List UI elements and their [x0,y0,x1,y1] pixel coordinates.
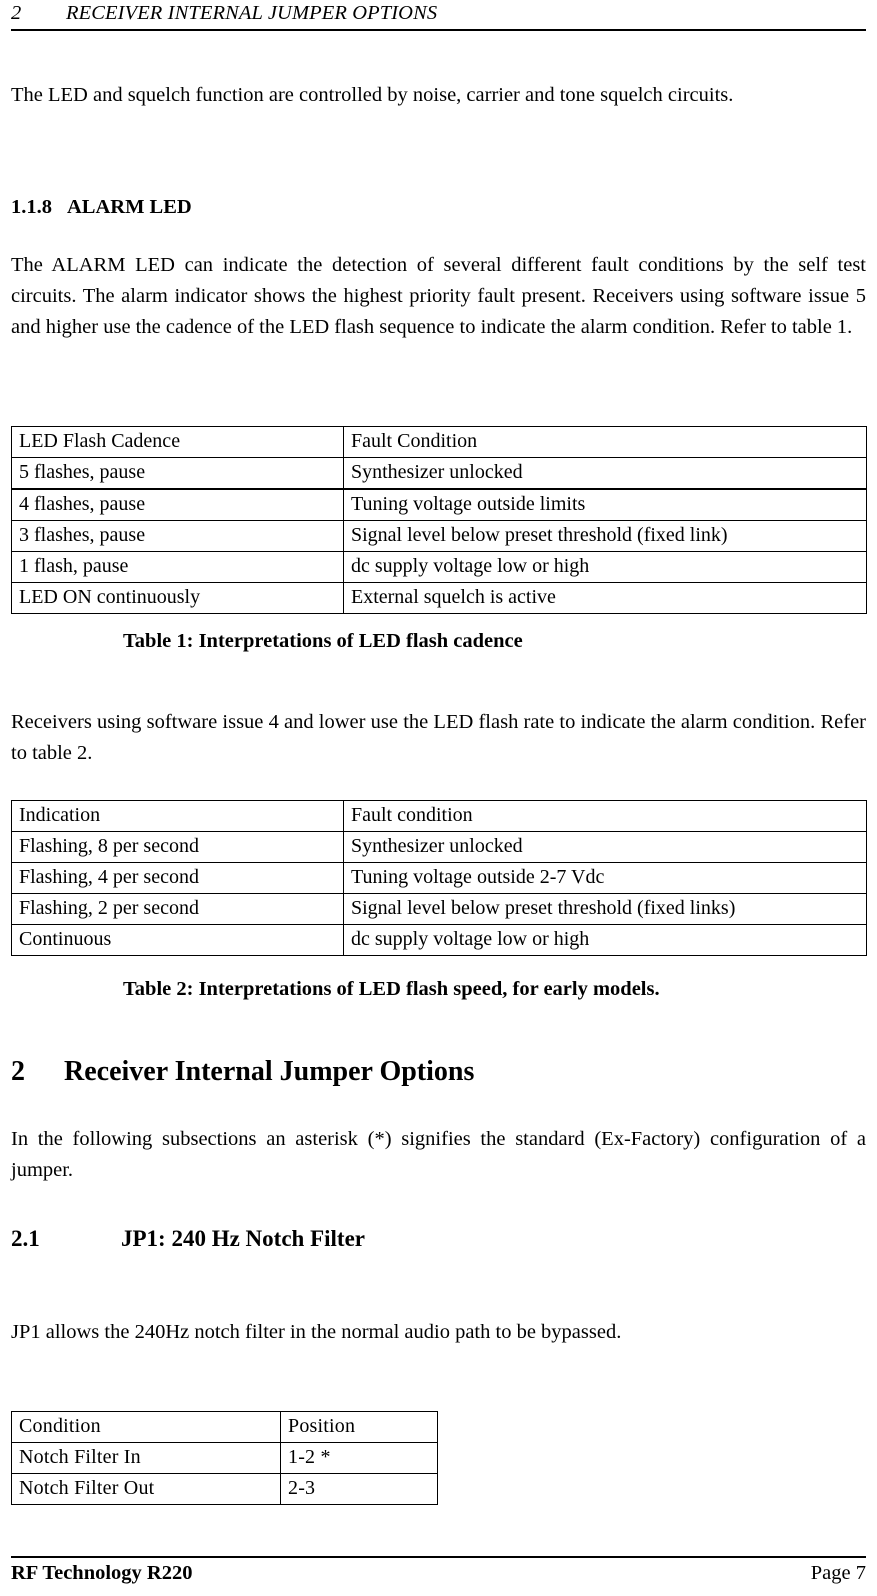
table-cell: Notch Filter In [11,1442,281,1474]
table-cell: Flashing, 4 per second [11,862,344,894]
table-header-cell: Position [280,1411,438,1443]
table-1-caption: Table 1: Interpretations of LED flash ca… [123,630,523,652]
table-cell: External squelch is active [343,582,867,614]
footer-page-number: Page 7 [810,1562,866,1584]
table-cell: 3 flashes, pause [11,520,344,552]
page-footer: RF Technology R220 Page 7 [11,1562,866,1585]
table-cell: dc supply voltage low or high [343,924,867,956]
table-cell: Synthesizer unlocked [343,457,867,490]
section-2-paragraph: In the following subsections an asterisk… [11,1128,866,1181]
table-row: LED ON continuously External squelch is … [11,582,867,614]
table-row: Flashing, 4 per second Tuning voltage ou… [11,862,867,894]
running-head-rule [11,29,866,31]
heading-alarm-led-title: ALARM LED [67,196,192,218]
running-head-title: RECEIVER INTERNAL JUMPER OPTIONS [66,2,438,24]
table-jp1-notch-filter: Condition Position Notch Filter In 1-2 *… [11,1411,438,1505]
table-header-cell: Fault Condition [343,426,867,458]
table-cell: Continuous [11,924,344,956]
table-cell: 1 flash, pause [11,551,344,583]
heading-alarm-led-number: 1.1.8 [11,196,52,218]
heading-section-2-title: Receiver Internal Jumper Options [64,1056,475,1087]
table-2-caption: Table 2: Interpretations of LED flash sp… [123,978,660,1000]
alarm-led-paragraph: The ALARM LED can indicate the detection… [11,254,866,338]
table-row: Flashing, 2 per second Signal level belo… [11,893,867,925]
table-cell: 4 flashes, pause [11,488,344,521]
table-row-header: LED Flash Cadence Fault Condition [11,426,867,458]
table-row: Continuous dc supply voltage low or high [11,924,867,956]
table-row: 4 flashes, pause Tuning voltage outside … [11,488,867,521]
heading-section-2: 2 Receiver Internal Jumper Options [11,1056,474,1088]
table-cell: Signal level below preset threshold (fix… [343,520,867,552]
table-cell: dc supply voltage low or high [343,551,867,583]
document-page: 2 RECEIVER INTERNAL JUMPER OPTIONS The LE… [0,0,877,1596]
table-row-header: Indication Fault condition [11,800,867,832]
table-cell: Tuning voltage outside limits [343,488,867,521]
table-row: Notch Filter In 1-2 * [11,1442,438,1474]
table-cell: Tuning voltage outside 2-7 Vdc [343,862,867,894]
table-row: Notch Filter Out 2-3 [11,1473,438,1505]
table-cell: Synthesizer unlocked [343,831,867,863]
running-head-number: 2 [11,2,22,24]
table-cell: 1-2 * [280,1442,438,1474]
early-models-paragraph: Receivers using software issue 4 and low… [11,711,866,764]
intro-paragraph: The LED and squelch function are control… [11,84,734,106]
table-cell: Notch Filter Out [11,1473,281,1505]
table-header-cell: Indication [11,800,344,832]
table-led-flash-cadence: LED Flash Cadence Fault Condition 5 flas… [11,426,867,614]
table-cell: Flashing, 2 per second [11,893,344,925]
footer-left-text: RF Technology R220 [11,1562,193,1584]
table-row: Flashing, 8 per second Synthesizer unloc… [11,831,867,863]
heading-section-2-number: 2 [11,1056,25,1087]
table-row-header: Condition Position [11,1411,438,1443]
table-header-cell: LED Flash Cadence [11,426,344,458]
table-row: 5 flashes, pause Synthesizer unlocked [11,457,867,490]
heading-alarm-led: 1.1.8 ALARM LED [11,196,192,219]
heading-section-2-1-number: 2.1 [11,1226,40,1251]
running-head: 2 RECEIVER INTERNAL JUMPER OPTIONS [11,2,866,30]
table-cell: 2-3 [280,1473,438,1505]
table-row: 3 flashes, pause Signal level below pres… [11,520,867,552]
section-2-1-paragraph: JP1 allows the 240Hz notch filter in the… [11,1321,622,1343]
table-row: 1 flash, pause dc supply voltage low or … [11,551,867,583]
table-cell: Signal level below preset threshold (fix… [343,893,867,925]
table-cell: Flashing, 8 per second [11,831,344,863]
table-cell: LED ON continuously [11,582,344,614]
heading-section-2-1-title: JP1: 240 Hz Notch Filter [121,1226,365,1251]
table-cell: 5 flashes, pause [11,457,344,490]
table-header-cell: Condition [11,1411,281,1443]
footer-rule [11,1556,866,1558]
table-led-flash-speed: Indication Fault condition Flashing, 8 p… [11,800,867,956]
table-header-cell: Fault condition [343,800,867,832]
heading-section-2-1: 2.1 JP1: 240 Hz Notch Filter [11,1226,365,1252]
